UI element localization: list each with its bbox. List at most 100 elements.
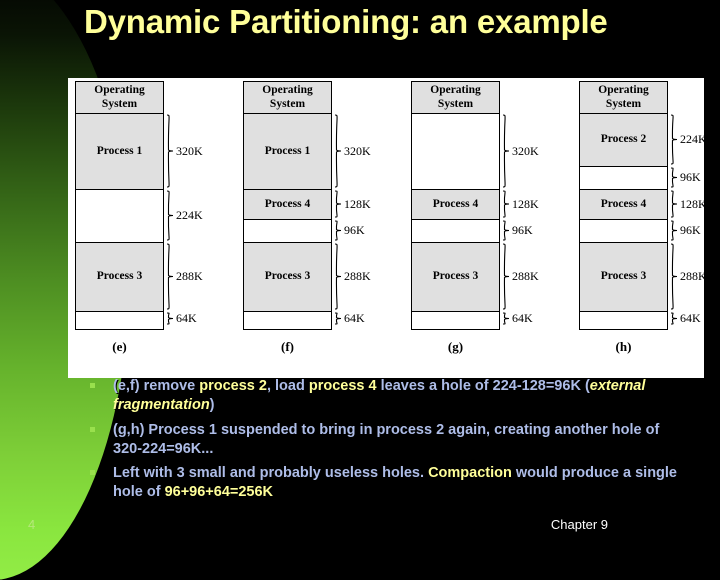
bullet-square-icon: [90, 470, 95, 476]
bullet-highlight: Compaction: [428, 465, 512, 482]
size-annotation: 96K: [669, 166, 720, 189]
bullet-list: (e,f) remove process 2, load process 4 l…: [88, 377, 688, 508]
bullet-text: (g,h) Process 1 suspended to bring in pr…: [113, 421, 660, 457]
size-label: 224K: [680, 132, 707, 146]
memory-block-label: Process 4: [432, 197, 479, 210]
memory-block: Operating System: [412, 82, 499, 114]
size-label: 96K: [680, 170, 701, 184]
size-annotation: 320K: [501, 113, 561, 189]
size-annotation-group: 320K 128K 96K 288K 64K: [501, 81, 561, 330]
size-annotation: 224K: [669, 113, 720, 166]
memory-panel-h: Operating System Process 2 Process 4 Proces…: [579, 81, 720, 354]
size-annotation-group: 320K 224K 288K 64K: [165, 81, 225, 330]
size-label: 288K: [680, 269, 707, 283]
memory-panel-f: Operating System Process 1 Process 4 Proces…: [243, 81, 393, 354]
size-annotation-group: 224K 96K 128K 96K 288K 64K: [669, 81, 720, 330]
size-annotation: 288K: [501, 242, 561, 311]
panel-caption: (g): [447, 339, 464, 354]
memory-block: Process 1: [76, 114, 163, 190]
size-annotation: 96K: [501, 219, 561, 242]
size-annotation: 128K: [669, 189, 720, 219]
memory-block: Process 3: [412, 243, 499, 312]
size-label: 288K: [176, 269, 203, 283]
size-label: 320K: [176, 143, 203, 158]
panel-caption: (h): [615, 339, 632, 354]
size-annotation: 128K: [333, 189, 393, 219]
size-annotation: 64K: [333, 311, 393, 326]
size-annotation: 288K: [669, 242, 720, 311]
size-label: 64K: [680, 311, 701, 325]
memory-column: Operating System Process 4 Process 3: [411, 81, 500, 330]
memory-block-label: Process 3: [600, 270, 647, 283]
size-label: 128K: [680, 196, 707, 211]
size-label: 96K: [680, 223, 701, 237]
size-annotation: 64K: [669, 311, 720, 326]
memory-block: [412, 114, 499, 190]
size-label: 320K: [512, 143, 539, 158]
size-annotation: 64K: [165, 311, 225, 326]
size-annotation: 288K: [333, 242, 393, 311]
bullet-highlight: 96+96+64=256K: [164, 484, 274, 501]
memory-block-label: Process 2: [600, 133, 647, 146]
memory-block-label: Process 4: [600, 197, 647, 210]
size-annotation: 288K: [165, 242, 225, 311]
size-annotation: 64K: [501, 311, 561, 326]
memory-column: Operating System Process 2 Process 4 Proces…: [579, 81, 668, 330]
memory-block: Process 4: [244, 190, 331, 220]
size-annotation: 320K: [333, 113, 393, 189]
memory-block: [580, 167, 667, 190]
size-label: 128K: [512, 196, 539, 211]
memory-block: Process 3: [580, 243, 667, 312]
memory-block: Operating System: [580, 82, 667, 114]
size-annotation-group: 320K 128K 96K 288K 64K: [333, 81, 393, 330]
memory-block: Process 3: [244, 243, 331, 312]
memory-block-label: Process 3: [432, 270, 479, 283]
bullet-text: leaves a hole of 224-128=96K (: [376, 378, 590, 394]
memory-block: [580, 312, 667, 327]
memory-block-label: Process 3: [96, 270, 143, 283]
size-annotation: 96K: [669, 219, 720, 242]
bullet-highlight: process 2: [199, 378, 267, 394]
size-label: 96K: [512, 223, 533, 237]
bullet-item: (e,f) remove process 2, load process 4 l…: [88, 377, 688, 415]
size-annotation: 96K: [333, 219, 393, 242]
bullet-text: Left with 3 small and probably useless h…: [113, 465, 429, 482]
size-label: 128K: [344, 196, 371, 211]
size-annotation: 224K: [165, 189, 225, 242]
size-label: 224K: [176, 208, 203, 222]
bullet-item: (g,h) Process 1 suspended to bring in pr…: [88, 421, 688, 459]
bullet-square-icon: [90, 383, 95, 388]
size-label: 64K: [344, 311, 365, 325]
memory-block-label: Process 4: [264, 197, 311, 210]
memory-block: [244, 220, 331, 243]
memory-block: [244, 312, 331, 327]
memory-column: Operating System Process 1 Process 3: [75, 81, 164, 330]
bullet-square-icon: [90, 426, 95, 432]
memory-partition-figure: Operating System Process 1 Process 3 320K 22…: [68, 78, 707, 378]
size-label: 64K: [512, 311, 533, 325]
bullet-text: , load: [266, 378, 309, 394]
bullet-item: Left with 3 small and probably useless h…: [88, 464, 688, 502]
memory-block-label: Process 1: [96, 144, 143, 157]
memory-block-label: Operating System: [94, 84, 145, 110]
bullet-text: ): [209, 396, 215, 413]
panel-caption: (e): [112, 339, 127, 354]
size-label: 288K: [512, 269, 539, 283]
size-label: 320K: [344, 143, 371, 158]
slide-number: 4: [28, 517, 36, 532]
size-label: 64K: [176, 311, 197, 325]
memory-block-label: Operating System: [430, 84, 481, 110]
memory-block: Process 3: [76, 243, 163, 312]
memory-block: Process 4: [412, 190, 499, 220]
memory-block: [412, 220, 499, 243]
memory-block: [76, 312, 163, 327]
memory-column: Operating System Process 1 Process 4 Proces…: [243, 81, 332, 330]
memory-block-label: Process 1: [264, 144, 311, 157]
memory-block: Operating System: [76, 82, 163, 114]
panel-caption: (f): [281, 339, 294, 354]
bullet-text: (e,f) remove: [113, 378, 200, 394]
memory-block: Process 1: [244, 114, 331, 190]
memory-block-label: Operating System: [262, 84, 313, 110]
size-label: 288K: [344, 269, 371, 283]
size-annotation: 128K: [501, 189, 561, 219]
